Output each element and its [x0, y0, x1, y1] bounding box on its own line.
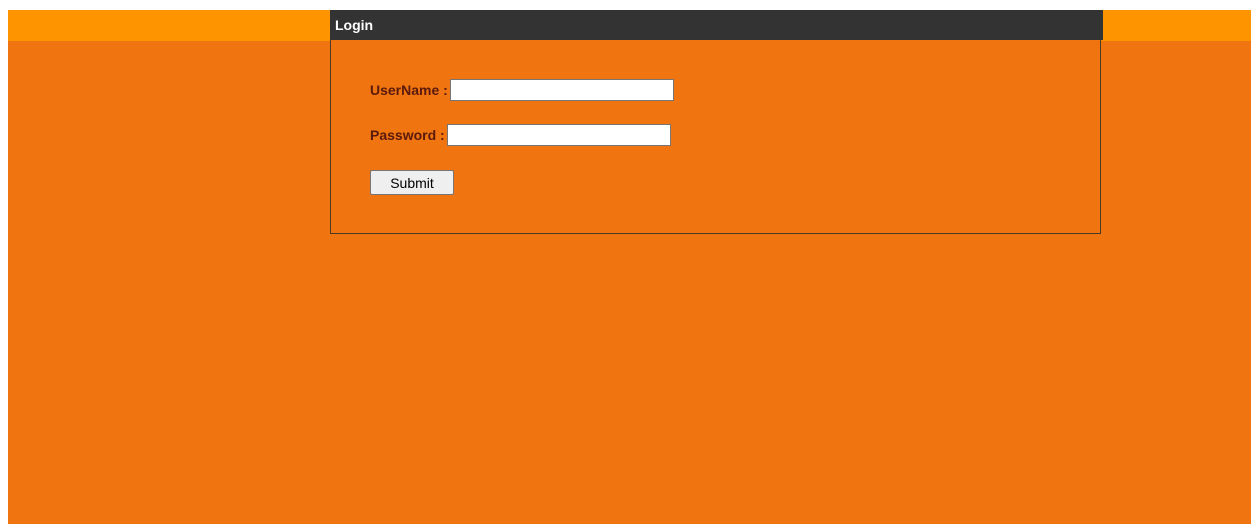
page-background: Login UserName : Password : Submit	[8, 10, 1251, 524]
password-row: Password :	[370, 123, 671, 147]
login-panel: Login UserName : Password : Submit	[330, 10, 1103, 234]
username-row: UserName :	[370, 78, 674, 102]
login-header: Login	[330, 10, 1103, 40]
username-input[interactable]	[449, 79, 674, 101]
username-label: UserName :	[370, 82, 448, 98]
password-label: Password :	[370, 127, 445, 143]
password-input[interactable]	[446, 124, 671, 146]
submit-button[interactable]: Submit	[370, 170, 454, 195]
